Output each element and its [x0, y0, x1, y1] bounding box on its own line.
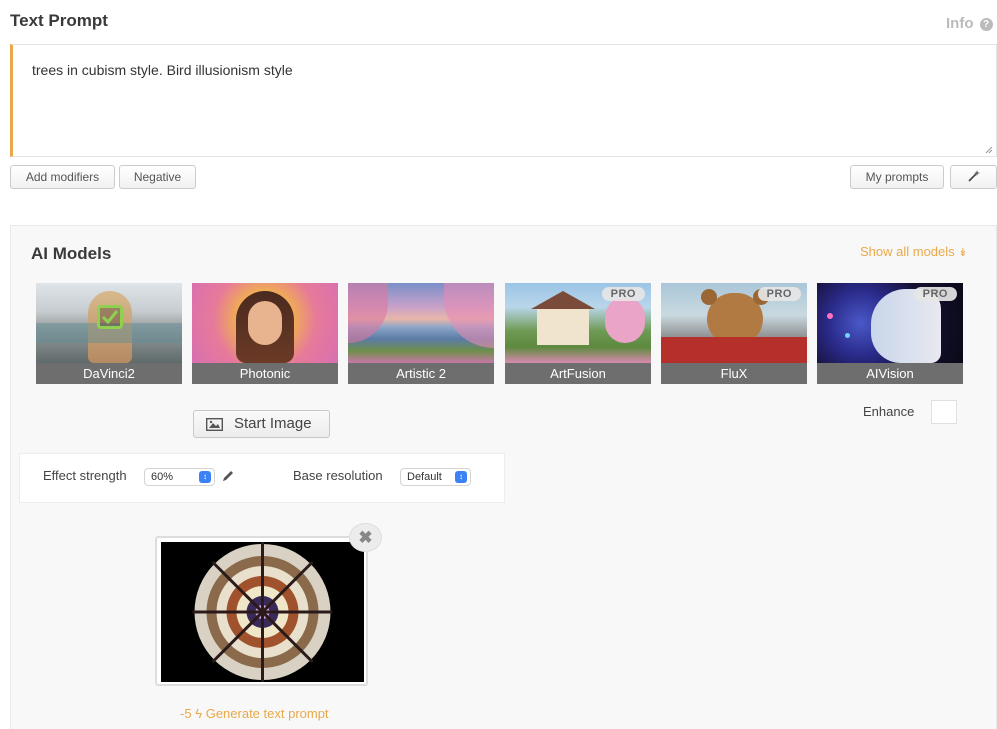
enhance-label: Enhance — [863, 404, 915, 419]
add-modifiers-button[interactable]: Add modifiers — [10, 165, 115, 189]
model-card-artfusion[interactable]: PRO ArtFusion — [505, 283, 651, 384]
effect-strength-value: 60% — [151, 471, 174, 483]
model-thumbnail — [348, 283, 494, 363]
model-label: Photonic — [192, 363, 338, 384]
remove-start-image-button[interactable]: ✖ — [349, 523, 382, 552]
select-arrows-icon: ↕ — [455, 471, 467, 483]
model-thumbnail — [192, 283, 338, 363]
magic-wand-button[interactable] — [950, 165, 997, 189]
negative-button[interactable]: Negative — [119, 165, 196, 189]
start-image-label: Start Image — [234, 415, 312, 432]
kaleidoscope-image — [152, 542, 373, 682]
pro-badge: PRO — [757, 287, 801, 301]
info-label: Info — [946, 15, 974, 32]
pencil-icon[interactable] — [221, 469, 235, 483]
generate-cost: -5 — [180, 706, 192, 721]
magic-wand-icon — [967, 170, 980, 182]
my-prompts-button[interactable]: My prompts — [850, 165, 944, 189]
effect-strength-label: Effect strength — [43, 468, 127, 483]
model-label: FluX — [661, 363, 807, 384]
pro-badge: PRO — [601, 287, 645, 301]
base-resolution-label: Base resolution — [293, 468, 383, 483]
model-card-davinci2[interactable]: DaVinci2 — [36, 283, 182, 384]
generate-text-prompt-link[interactable]: -5 ϟ Generate text prompt — [180, 706, 329, 721]
prompt-text: trees in cubism style. Bird illusionism … — [32, 62, 293, 78]
close-icon: ✖ — [358, 528, 373, 547]
show-all-label: Show all models — [860, 244, 955, 259]
model-label: ArtFusion — [505, 363, 651, 384]
image-icon — [206, 418, 223, 431]
select-arrows-icon: ↕ — [199, 471, 211, 483]
start-image-button[interactable]: Start Image — [193, 410, 330, 438]
model-label: Artistic 2 — [348, 363, 494, 384]
base-resolution-select[interactable]: Default ↕ — [400, 468, 471, 486]
question-circle-icon: ? — [979, 18, 993, 31]
info-link[interactable]: Info ? — [946, 15, 993, 32]
ai-models-title: AI Models — [31, 244, 112, 263]
selected-check-icon — [97, 305, 123, 329]
pro-badge: PRO — [913, 287, 957, 301]
model-label: DaVinci2 — [36, 363, 182, 384]
enhance-checkbox[interactable] — [931, 400, 957, 424]
effect-strength-select[interactable]: 60% ↕ — [144, 468, 215, 486]
lightning-bolt-icon: ϟ — [195, 706, 203, 721]
double-chevron-down-icon: ↡ — [958, 247, 968, 259]
model-label: AIVision — [817, 363, 963, 384]
base-resolution-value: Default — [407, 471, 442, 483]
model-card-aivision[interactable]: PRO AIVision — [817, 283, 963, 384]
model-card-artistic-2[interactable]: Artistic 2 — [348, 283, 494, 384]
model-card-photonic[interactable]: Photonic — [192, 283, 338, 384]
generate-label: Generate text prompt — [205, 706, 329, 721]
model-card-flux[interactable]: PRO FluX — [661, 283, 807, 384]
page-title: Text Prompt — [10, 11, 108, 30]
prompt-textarea[interactable] — [10, 44, 997, 157]
resize-handle-icon[interactable] — [985, 146, 993, 154]
start-image-thumbnail — [152, 536, 373, 686]
show-all-models-link[interactable]: Show all models ↡ — [860, 244, 968, 259]
